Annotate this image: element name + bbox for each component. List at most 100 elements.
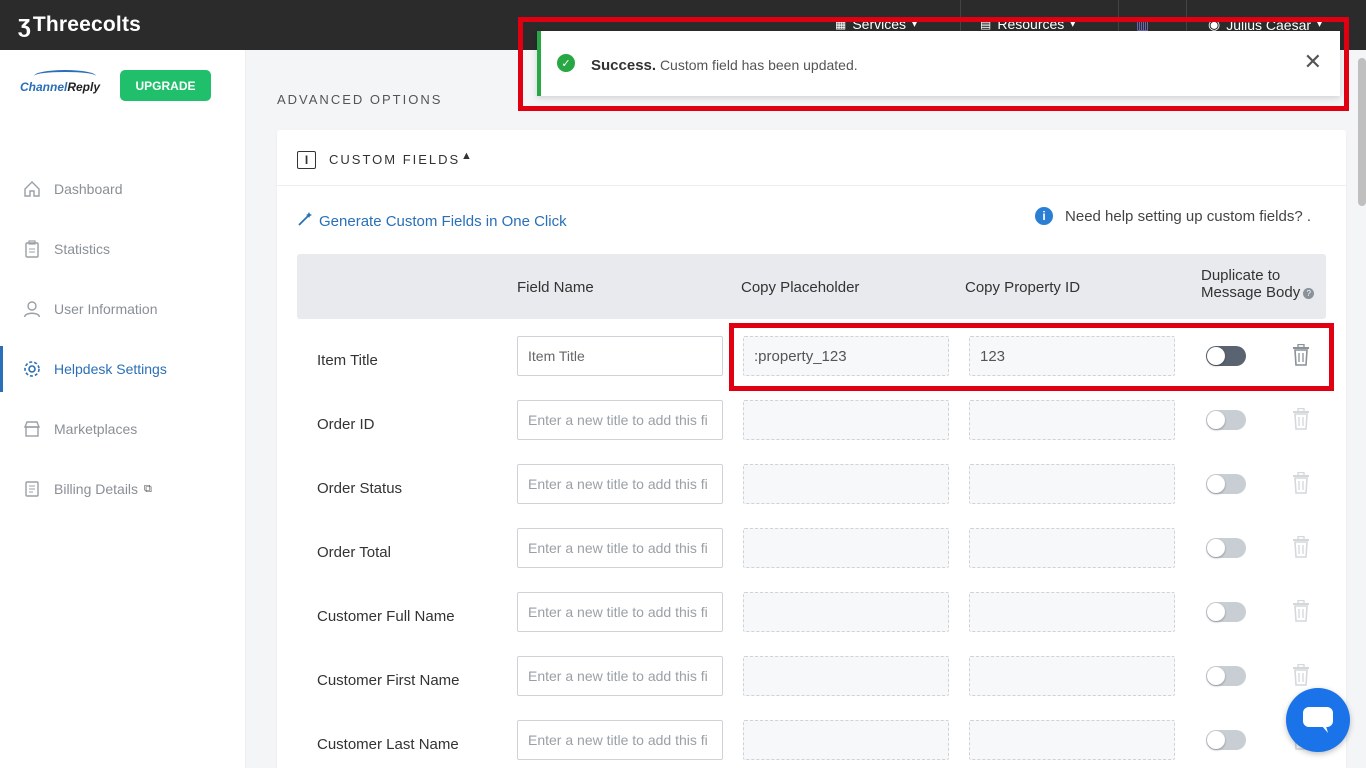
chevron-down-icon: ▾ — [912, 18, 918, 30]
duplicate-toggle[interactable] — [1206, 410, 1246, 430]
help-text: Need help setting up custom fields? . — [1065, 207, 1311, 225]
resources-label: Resources — [997, 16, 1065, 32]
help-link[interactable]: i Need help setting up custom fields? . — [1035, 207, 1311, 225]
placeholder-code: :property_123 — [754, 347, 847, 365]
table-row: Customer First Name — [297, 650, 1326, 714]
brand-name: Threecolts — [32, 13, 142, 36]
copy-placeholder-box[interactable] — [743, 400, 949, 440]
magic-wand-icon — [297, 211, 313, 231]
store-icon — [22, 419, 42, 439]
row-label: Order ID — [317, 416, 375, 433]
copy-property-id-box[interactable] — [969, 720, 1175, 760]
question-icon[interactable]: ? — [1303, 287, 1315, 299]
chevron-down-icon: ▾ — [1317, 19, 1323, 30]
user-icon — [22, 299, 42, 319]
table-row: Order Total — [297, 522, 1326, 586]
field-name-input[interactable] — [517, 464, 723, 504]
clipboard-icon — [22, 239, 42, 259]
col-field-name: Field Name — [517, 279, 594, 296]
upgrade-button[interactable]: UPGRADE — [120, 70, 211, 101]
section-title: ADVANCED OPTIONS — [277, 92, 443, 107]
table-row: Order ID — [297, 394, 1326, 458]
generate-custom-fields-link[interactable]: Generate Custom Fields in One Click — [297, 211, 567, 231]
logo-text: ChannelReply — [20, 80, 101, 94]
chat-button[interactable] — [1286, 688, 1350, 752]
property-id: 123 — [980, 347, 1006, 365]
copy-placeholder-box[interactable] — [743, 720, 949, 760]
copy-property-id-box[interactable] — [969, 400, 1175, 440]
field-name-input[interactable] — [517, 400, 723, 440]
field-name-input[interactable] — [517, 720, 723, 760]
duplicate-toggle[interactable] — [1206, 666, 1246, 686]
text-field-icon: I — [297, 151, 316, 169]
services-menu[interactable]: ▦ Services ▾ — [835, 16, 917, 32]
table-header: Field Name Copy Placeholder Copy Propert… — [297, 254, 1326, 319]
gear-icon — [22, 359, 42, 379]
trash-icon[interactable] — [1292, 471, 1310, 494]
card-header[interactable]: I CUSTOM FIELDS ▲ — [277, 130, 1346, 186]
card-title: CUSTOM FIELDS — [329, 152, 461, 167]
receipt-icon — [22, 479, 42, 499]
copy-property-id-box[interactable] — [969, 528, 1175, 568]
copy-placeholder-box[interactable] — [743, 464, 949, 504]
generate-link-label: Generate Custom Fields in One Click — [319, 212, 567, 230]
sidebar-item-helpdesk-settings[interactable]: Helpdesk Settings — [0, 346, 245, 392]
sidebar-item-label: Dashboard — [54, 181, 123, 197]
table-row: Item Title:property_123 123 — [297, 330, 1326, 394]
custom-fields-card: I CUSTOM FIELDS ▲ Generate Custom Fields… — [277, 130, 1346, 768]
home-icon — [22, 179, 42, 199]
copy-placeholder-box[interactable]: :property_123 — [743, 336, 949, 376]
sidebar-item-marketplaces[interactable]: Marketplaces — [0, 406, 245, 452]
threecolts-mark-icon: ʒ — [18, 11, 31, 38]
col-copy-placeholder: Copy Placeholder — [741, 279, 860, 296]
sidebar-item-user-information[interactable]: User Information — [0, 286, 245, 332]
trash-icon[interactable] — [1292, 535, 1310, 558]
duplicate-toggle[interactable] — [1206, 346, 1246, 366]
external-link-icon: ⧉ — [144, 482, 152, 495]
duplicate-toggle[interactable] — [1206, 602, 1246, 622]
copy-property-id-box[interactable] — [969, 592, 1175, 632]
row-label: Customer First Name — [317, 672, 460, 689]
sidebar: ChannelReply UPGRADE Dashboard Statistic… — [0, 50, 246, 768]
sidebar-item-label: Helpdesk Settings — [54, 361, 167, 377]
copy-placeholder-box[interactable] — [743, 528, 949, 568]
duplicate-toggle[interactable] — [1206, 474, 1246, 494]
table-row: Customer Full Name — [297, 586, 1326, 650]
row-label: Customer Full Name — [317, 608, 455, 625]
trash-icon[interactable] — [1292, 663, 1310, 686]
trash-icon[interactable] — [1292, 407, 1310, 430]
copy-placeholder-box[interactable] — [743, 656, 949, 696]
chat-icon — [1303, 707, 1333, 733]
duplicate-toggle[interactable] — [1206, 730, 1246, 750]
field-name-input[interactable] — [517, 592, 723, 632]
chevron-down-icon: ▾ — [1070, 18, 1076, 30]
grid-icon: ▦ — [835, 17, 847, 31]
copy-property-id-box[interactable] — [969, 656, 1175, 696]
field-name-input[interactable] — [517, 336, 723, 376]
copy-property-id-box[interactable]: 123 — [969, 336, 1175, 376]
table-row: Customer Last Name — [297, 714, 1326, 768]
copy-property-id-box[interactable] — [969, 464, 1175, 504]
trash-icon[interactable] — [1292, 343, 1310, 366]
threecolts-logo[interactable]: ʒ Threecolts — [18, 11, 141, 39]
check-circle-icon: ✓ — [557, 54, 575, 72]
sidebar-item-label: User Information — [54, 301, 158, 317]
table-row: Order Status — [297, 458, 1326, 522]
field-name-input[interactable] — [517, 656, 723, 696]
trash-icon[interactable] — [1292, 599, 1310, 622]
row-label: Customer Last Name — [317, 736, 459, 753]
info-icon: i — [1035, 207, 1054, 225]
field-name-input[interactable] — [517, 528, 723, 568]
sidebar-item-label: Billing Details — [54, 481, 139, 497]
close-icon[interactable]: ✕ — [1304, 51, 1322, 73]
chevron-up-icon[interactable]: ▲ — [461, 150, 472, 162]
duplicate-toggle[interactable] — [1206, 538, 1246, 558]
sidebar-item-label: Statistics — [54, 241, 111, 257]
sidebar-item-statistics[interactable]: Statistics — [0, 226, 245, 272]
sidebar-item-billing-details[interactable]: Billing Details ⧉ — [0, 466, 245, 512]
resources-menu[interactable]: ▤ Resources ▾ — [980, 16, 1075, 32]
scrollbar[interactable] — [1358, 58, 1366, 206]
sidebar-item-dashboard[interactable]: Dashboard — [0, 166, 245, 212]
copy-placeholder-box[interactable] — [743, 592, 949, 632]
channelreply-logo[interactable]: ChannelReply — [20, 70, 100, 106]
